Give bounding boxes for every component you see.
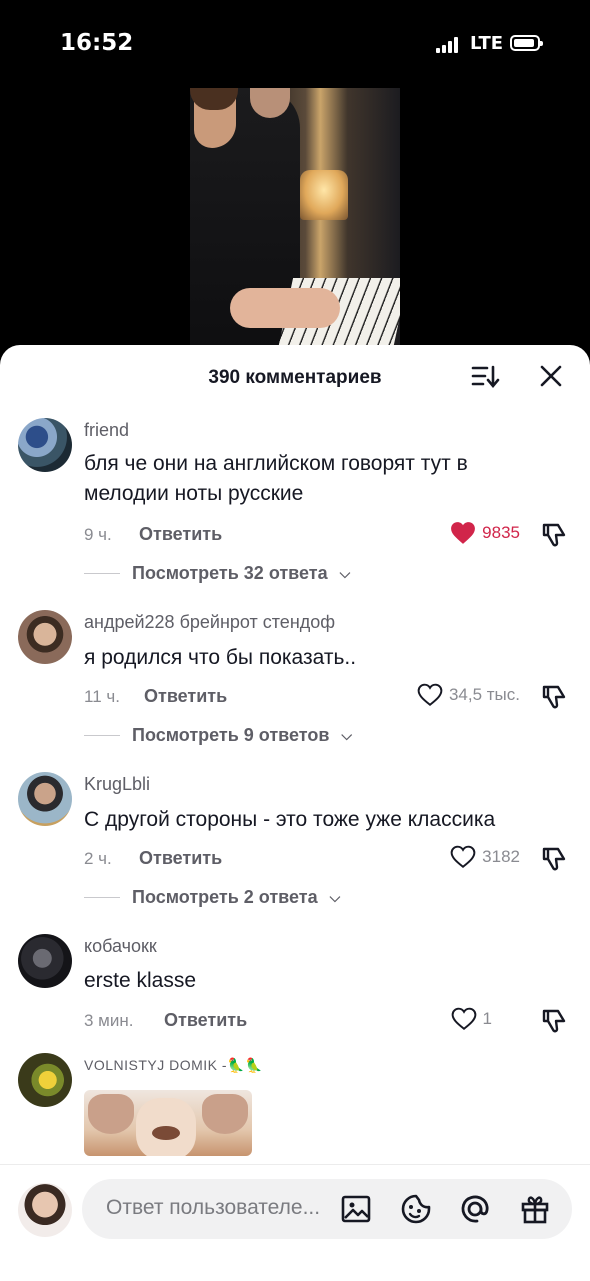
dislike-icon[interactable]: [540, 845, 568, 873]
mention-icon[interactable]: [459, 1193, 491, 1225]
sticker-image[interactable]: [84, 1090, 252, 1156]
comment-text: бля че они на английском говорят тут в м…: [84, 452, 468, 505]
divider-line: [84, 573, 120, 574]
like-button[interactable]: 9835: [420, 521, 520, 545]
dislike-icon[interactable]: [540, 683, 568, 711]
close-icon[interactable]: [536, 363, 566, 391]
chevron-down-icon: ⌵: [341, 727, 353, 743]
comment-time: 9 ч.: [84, 525, 112, 544]
reply-button[interactable]: Ответить: [164, 1010, 247, 1031]
comment-time: 11 ч.: [84, 687, 120, 706]
video-lamp: [300, 170, 348, 220]
status-time: 16:52: [60, 30, 134, 56]
view-replies-button[interactable]: Посмотреть 32 ответа ⌵: [84, 563, 350, 584]
comment-input-bar: Ответ пользователе...: [0, 1164, 590, 1281]
comment-input-placeholder: Ответ пользователе...: [106, 1196, 321, 1219]
like-count: 3182: [482, 847, 520, 866]
chevron-down-icon: ⌵: [329, 889, 341, 905]
comments-count-title: 390 комментариев: [208, 367, 382, 388]
divider-line: [84, 735, 120, 736]
comment-text: С другой стороны - это тоже уже классика: [84, 808, 496, 831]
avatar[interactable]: [18, 1183, 72, 1237]
heart-filled-icon: [451, 522, 476, 544]
like-button[interactable]: 3182: [400, 845, 520, 869]
view-replies-label: Посмотреть 2 ответа: [132, 887, 318, 907]
avatar[interactable]: [18, 934, 72, 988]
sort-icon[interactable]: [470, 363, 500, 391]
dislike-icon[interactable]: [540, 521, 568, 549]
view-replies-button[interactable]: Посмотреть 9 ответов ⌵: [84, 725, 352, 746]
view-replies-label: Посмотреть 32 ответа: [132, 563, 328, 583]
view-replies-button[interactable]: Посмотреть 2 ответа ⌵: [84, 887, 340, 908]
divider-line: [84, 897, 120, 898]
comment-input[interactable]: Ответ пользователе...: [82, 1179, 572, 1239]
sticker-ear: [88, 1094, 134, 1134]
reply-button[interactable]: Ответить: [144, 686, 227, 707]
dislike-icon[interactable]: [540, 1007, 568, 1035]
comment-text: erste klasse: [84, 969, 197, 992]
gift-icon[interactable]: [519, 1193, 551, 1225]
emoji-icon[interactable]: [400, 1193, 432, 1225]
reply-button[interactable]: Ответить: [139, 848, 222, 869]
like-count: 9835: [482, 523, 520, 542]
image-icon[interactable]: [340, 1193, 372, 1225]
video-hands: [230, 288, 340, 328]
like-count: 34,5 тыс.: [448, 685, 520, 704]
comment-username[interactable]: KrugLbli: [84, 774, 150, 795]
like-count: 1: [482, 1009, 492, 1028]
comment-text: я родился что бы показать..: [84, 646, 357, 669]
battery-icon: [510, 35, 543, 51]
like-button[interactable]: 34,5 тыс.: [380, 683, 520, 707]
video-player[interactable]: [190, 88, 400, 354]
view-replies-label: Посмотреть 9 ответов: [132, 725, 330, 745]
signal-icon: [436, 37, 462, 53]
sticker-ear: [202, 1094, 248, 1134]
reply-button[interactable]: Ответить: [139, 524, 222, 545]
avatar[interactable]: [18, 418, 72, 472]
status-bar: 16:52 LTE: [0, 0, 590, 88]
heart-outline-icon: [450, 845, 476, 868]
avatar[interactable]: [18, 1053, 72, 1107]
comment-time: 3 мин.: [84, 1011, 134, 1030]
comment-username[interactable]: friend: [84, 420, 129, 441]
heart-outline-icon: [417, 683, 443, 706]
like-button[interactable]: 1: [420, 1007, 492, 1031]
network-type: LTE: [470, 33, 504, 54]
heart-outline-icon: [451, 1007, 476, 1030]
avatar[interactable]: [18, 610, 72, 664]
comment-username[interactable]: андрей228 брейнрот стендоф: [84, 612, 335, 633]
comment-username[interactable]: VOLNISTYJ DOMIK -🦜🦜: [84, 1057, 263, 1074]
comment-time: 2 ч.: [84, 849, 112, 868]
comment-username[interactable]: кобачокк: [84, 936, 157, 957]
avatar[interactable]: [18, 772, 72, 826]
chevron-down-icon: ⌵: [339, 565, 351, 581]
sticker-nose: [152, 1126, 180, 1140]
